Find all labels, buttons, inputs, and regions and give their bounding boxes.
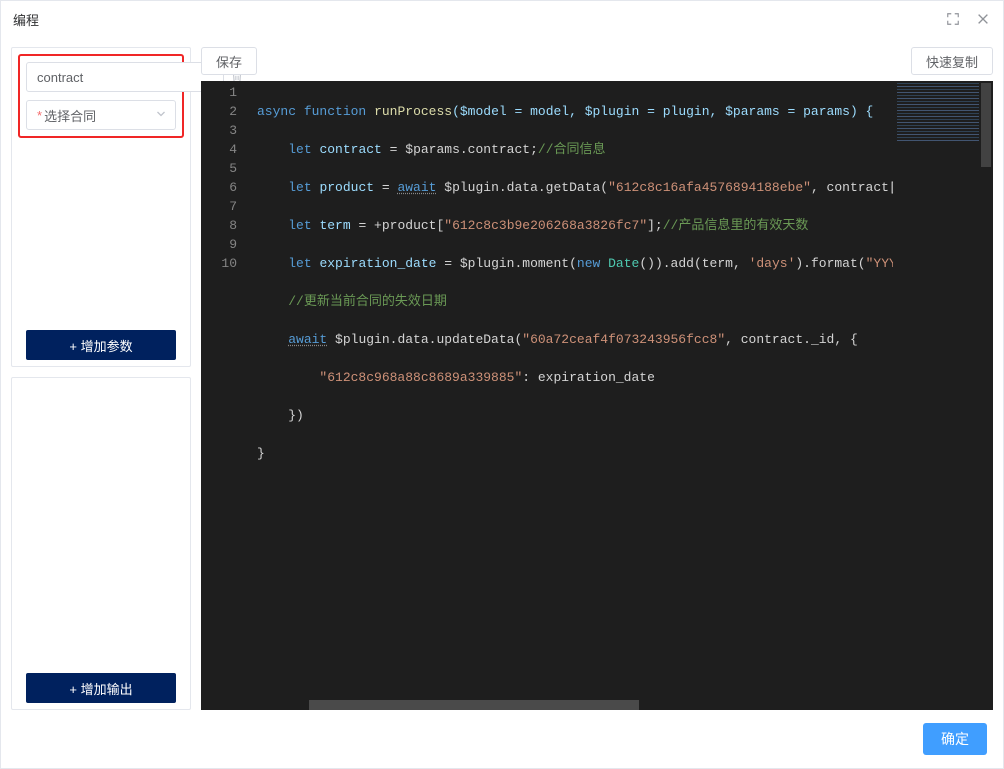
right-panel: 保存 快速复制 1 2 3 4 5 6 7 8 9 10 async funct…	[201, 47, 993, 710]
scrollbar-thumb[interactable]	[981, 83, 991, 167]
fullscreen-icon[interactable]	[945, 11, 961, 27]
param-box: * 选择合同	[18, 54, 184, 138]
header-actions	[945, 11, 991, 27]
code-area[interactable]: async function runProcess($model = model…	[249, 81, 893, 710]
outputs-section: + 增加输出	[11, 377, 191, 710]
params-section: * 选择合同 + 增加参数	[11, 47, 191, 367]
dialog: 编程	[0, 0, 1004, 769]
add-output-button[interactable]: + 增加输出	[26, 673, 176, 703]
horizontal-scrollbar[interactable]	[249, 700, 893, 710]
line-gutter: 1 2 3 4 5 6 7 8 9 10	[201, 81, 249, 710]
dialog-title: 编程	[13, 10, 39, 29]
hscroll-thumb[interactable]	[309, 700, 639, 710]
quick-copy-button[interactable]: 快速复制	[911, 47, 993, 75]
code-editor[interactable]: 1 2 3 4 5 6 7 8 9 10 async function runP…	[201, 81, 993, 710]
param-row	[26, 62, 176, 92]
dialog-body: * 选择合同 + 增加参数 + 增加输出 保	[1, 37, 1003, 710]
ok-button[interactable]: 确定	[923, 723, 987, 755]
save-button[interactable]: 保存	[201, 47, 257, 75]
editor-toolbar: 保存 快速复制	[201, 47, 993, 75]
dialog-header: 编程	[1, 1, 1003, 37]
param-select-row: * 选择合同	[26, 100, 176, 130]
param-type-select[interactable]: * 选择合同	[26, 100, 176, 130]
select-placeholder: 选择合同	[44, 106, 96, 125]
left-panel: * 选择合同 + 增加参数 + 增加输出	[11, 47, 191, 710]
add-param-button[interactable]: + 增加参数	[26, 330, 176, 360]
dialog-footer: 确定	[1, 710, 1003, 768]
minimap-content	[897, 83, 989, 143]
close-icon[interactable]	[975, 11, 991, 27]
minimap[interactable]	[893, 81, 993, 710]
param-name-input[interactable]	[26, 62, 224, 92]
chevron-down-icon	[155, 108, 167, 123]
vertical-scrollbar[interactable]	[979, 81, 993, 710]
